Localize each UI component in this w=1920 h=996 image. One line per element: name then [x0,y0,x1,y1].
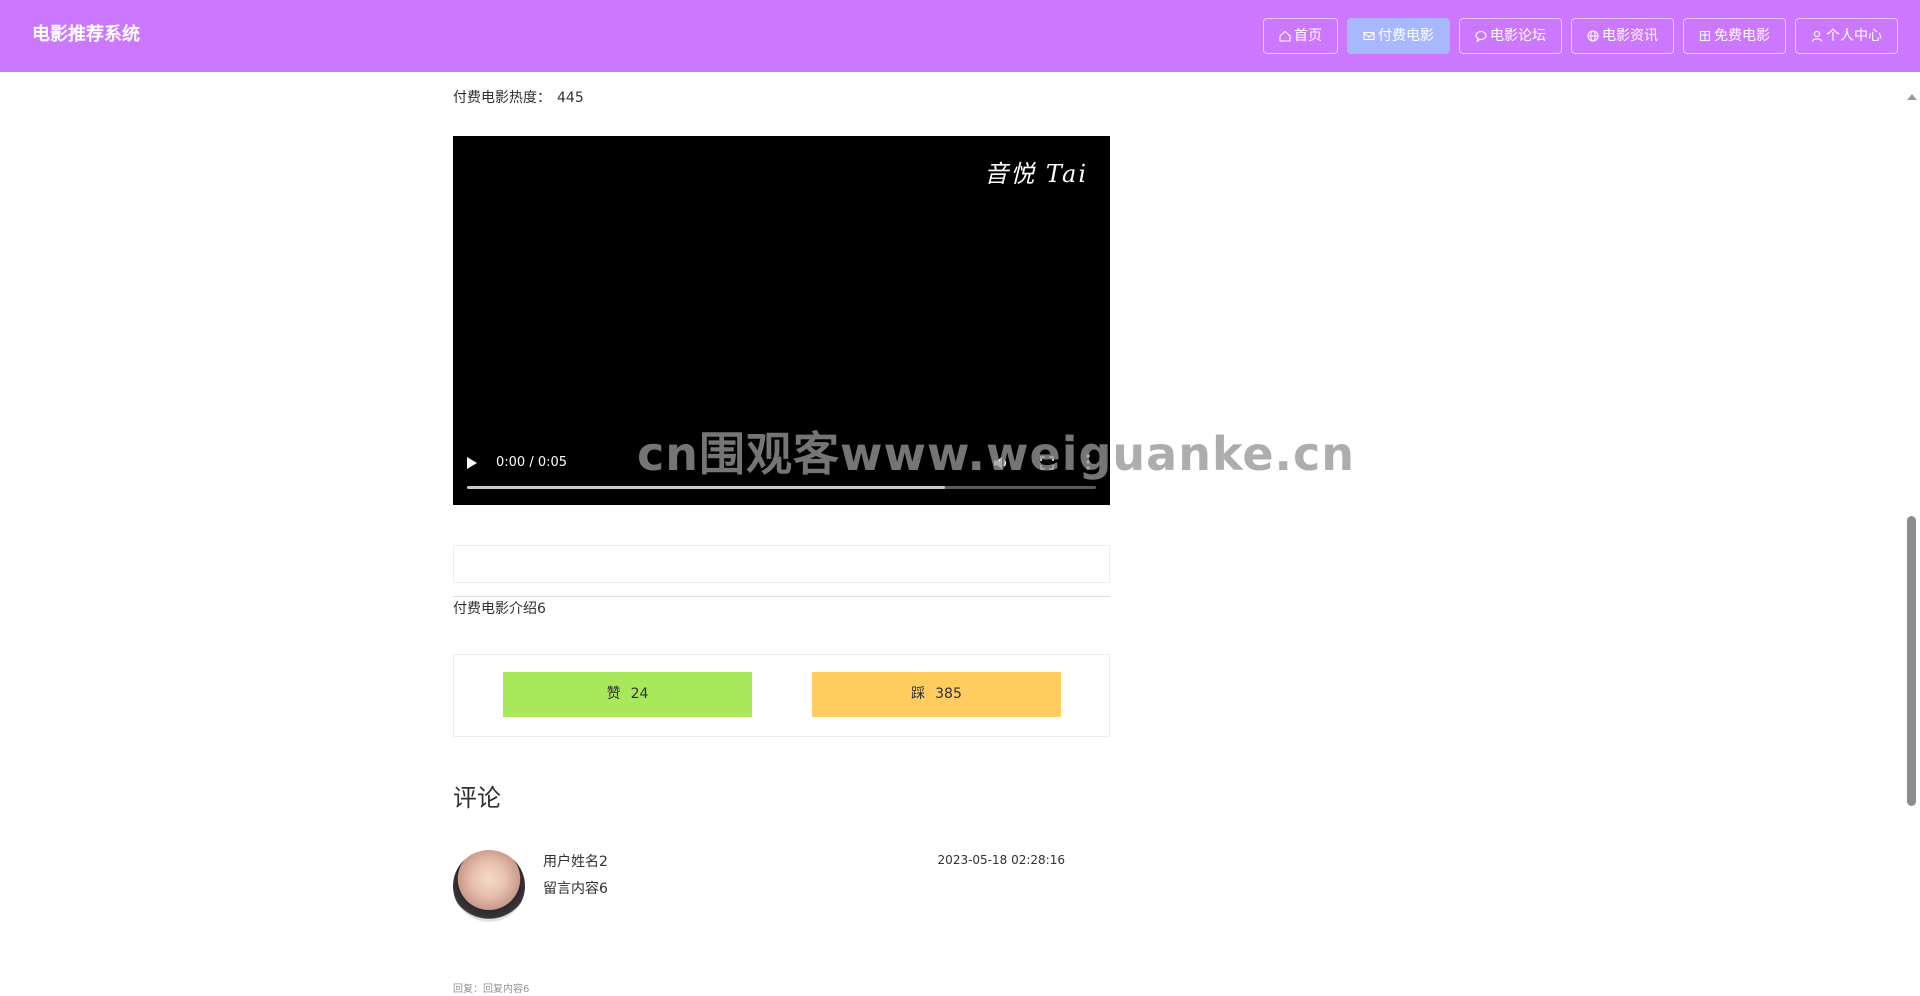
movie-popularity: 付费电影热度： 445 [453,88,584,108]
like-button[interactable]: 赞 24 [503,672,752,717]
nav-news-label: 电影资讯 [1602,28,1658,44]
user-icon [1811,30,1823,42]
like-count: 24 [630,686,649,702]
page-watermark: cn围观客www.weiguanke.cn [637,427,1356,481]
nav-free-movies-button[interactable]: 免费电影 [1683,18,1786,54]
scrollbar-thumb[interactable] [1907,516,1916,806]
nav-home-button[interactable]: 首页 [1263,18,1338,54]
vertical-scrollbar[interactable] [1903,72,1920,919]
dislike-label: 踩 [911,686,926,702]
comment-username: 用户姓名2 [543,854,608,870]
comment-timestamp: 2023-05-18 02:28:16 [937,853,1065,867]
video-time: 0:00 / 0:05 [496,455,568,470]
top-header: 电影推荐系统 首页 付费电影 电影论坛 电影资讯 免费电影 个人中心 [0,0,1920,72]
nav-home-label: 首页 [1294,28,1322,44]
comment-content: 留言内容6 [543,881,608,897]
globe-icon [1587,30,1599,42]
avatar [453,850,525,922]
nav-news-button[interactable]: 电影资讯 [1571,18,1674,54]
nav-forum-button[interactable]: 电影论坛 [1459,18,1562,54]
vote-panel: 赞 24 踩 385 [453,654,1110,737]
movie-intro: 付费电影介绍6 [453,601,546,617]
content-box [453,545,1110,583]
main-nav: 首页 付费电影 电影论坛 电影资讯 免费电影 个人中心 [1254,18,1898,54]
comment-item: 用户姓名2 留言内容6 2023-05-18 02:28:16 回复：回复内容6 [453,838,1110,995]
video-progress-fill [467,486,946,489]
video-watermark: 音悦 Tai [984,160,1088,188]
nav-free-movies-label: 免费电影 [1714,28,1770,44]
nav-profile-label: 个人中心 [1826,28,1882,44]
popularity-label: 付费电影热度： [453,90,551,106]
comments-title: 评论 [453,784,501,812]
divider [453,596,1110,597]
comment-reply: 回复：回复内容6 [453,984,530,995]
video-progress-bar[interactable] [467,486,1096,489]
nav-paid-movies-label: 付费电影 [1378,28,1434,44]
like-label: 赞 [606,686,621,702]
mail-icon [1363,31,1375,41]
play-icon[interactable] [467,457,477,469]
nav-forum-label: 电影论坛 [1490,28,1546,44]
dislike-count: 385 [935,686,962,702]
chat-icon [1475,30,1487,42]
popularity-value: 445 [557,90,584,106]
grid-icon [1699,30,1711,42]
dislike-button[interactable]: 踩 385 [812,672,1061,717]
scroll-up-arrow-icon[interactable] [1907,94,1917,100]
nav-profile-button[interactable]: 个人中心 [1795,18,1898,54]
home-icon [1279,30,1291,42]
brand-title: 电影推荐系统 [32,24,140,45]
nav-paid-movies-button[interactable]: 付费电影 [1347,18,1450,54]
